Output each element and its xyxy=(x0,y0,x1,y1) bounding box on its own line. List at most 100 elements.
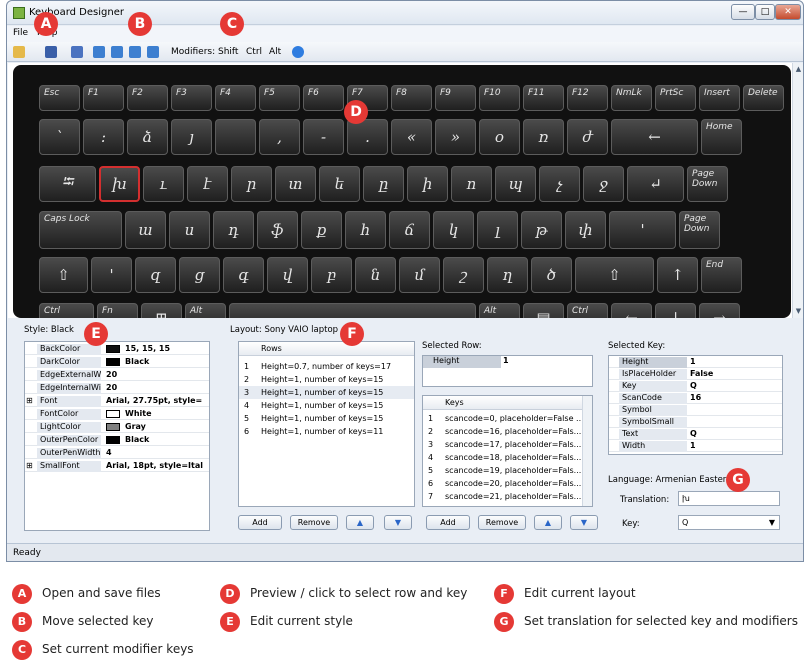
keyboard-key[interactable]: ← xyxy=(611,119,698,155)
row-height-value[interactable]: 1 xyxy=(503,356,509,365)
expand-icon[interactable]: ⊞ xyxy=(26,396,33,405)
property-value[interactable]: Black xyxy=(103,435,209,446)
preview-scrollbar[interactable]: ▲ ▼ xyxy=(792,63,803,318)
keyboard-key[interactable]: ▤ xyxy=(523,303,564,318)
keyboard-key[interactable] xyxy=(229,303,476,318)
keyboard-key[interactable]: « xyxy=(391,119,432,155)
layout-row-item[interactable]: 6 Height=1, number of keys=11 xyxy=(239,425,414,438)
property-value[interactable]: Black xyxy=(103,357,209,368)
property-value[interactable]: Gray xyxy=(103,422,209,433)
row-key-item[interactable]: 1 scancode=0, placeholder=False ... xyxy=(423,412,581,425)
keyboard-key[interactable]: ← xyxy=(611,303,652,318)
key-select[interactable]: Q ▼ xyxy=(678,515,780,530)
keyboard-key[interactable]: ի xyxy=(407,166,448,202)
layout-row-item[interactable]: 2 Height=1, number of keys=15 xyxy=(239,373,414,386)
key-property-row[interactable]: Height 1 xyxy=(609,357,782,368)
layout-rows-list[interactable]: Rows 1 Height=0.7, number of keys=17 2 Heig… xyxy=(238,341,415,507)
keyboard-key[interactable]: օ xyxy=(479,119,520,155)
style-property-row[interactable]: OuterPenWidth 4 xyxy=(25,448,209,459)
property-value[interactable]: 20 xyxy=(103,383,209,394)
key-property-row[interactable]: IsPlaceHolder False xyxy=(609,369,782,380)
style-property-row[interactable]: EdgeExternalWidth 20 xyxy=(25,370,209,381)
keyboard-key[interactable]: F9 xyxy=(435,85,476,111)
keyboard-key[interactable]: շ xyxy=(443,257,484,293)
property-value[interactable]: Arial, 18pt, style=Ital xyxy=(103,461,209,472)
selected-key[interactable]: խ xyxy=(99,166,140,202)
keyboard-key[interactable]: Fn xyxy=(97,303,138,318)
style-property-row[interactable]: ⊞ Font Arial, 27.75pt, style= xyxy=(25,396,209,407)
property-value[interactable]: 4 xyxy=(103,448,209,459)
key-property-row[interactable]: SymbolSmall xyxy=(609,417,782,428)
property-value[interactable]: 15, 15, 15 xyxy=(103,344,209,355)
translation-input[interactable]: խ xyxy=(678,491,780,506)
save-icon[interactable] xyxy=(45,46,57,58)
keyboard-key[interactable]: Alt xyxy=(479,303,520,318)
layout-row-item[interactable]: 3 Height=1, number of keys=15 xyxy=(239,386,414,399)
layout-row-item[interactable]: 1 Height=0.7, number of keys=17 xyxy=(239,360,414,373)
row-keys-list[interactable]: Keys 1 scancode=0, placeholder=False ... 2… xyxy=(422,395,593,507)
move-right-icon[interactable] xyxy=(111,46,123,58)
keyboard-key[interactable]: ↵ xyxy=(627,166,684,202)
keyboard-key[interactable]: F10 xyxy=(479,85,520,111)
key-move-up-button[interactable]: ▲ xyxy=(534,515,562,530)
keyboard-key[interactable]: Alt xyxy=(185,303,226,318)
keyboard-key[interactable]: վ xyxy=(267,257,308,293)
keyboard-key[interactable]: կ xyxy=(433,211,474,249)
key-property-row[interactable]: Width 1 xyxy=(609,441,782,452)
keyboard-key[interactable]: ժ xyxy=(567,119,608,155)
key-property-value[interactable] xyxy=(687,417,782,428)
keyboard-key[interactable] xyxy=(215,119,256,155)
keyboard-key[interactable]: ջ xyxy=(583,166,624,202)
key-property-value[interactable]: 1 xyxy=(687,441,782,452)
scroll-down-icon[interactable]: ▼ xyxy=(794,307,803,316)
row-move-up-button[interactable]: ▲ xyxy=(346,515,374,530)
menu-file[interactable]: File xyxy=(13,28,28,38)
keyboard-key[interactable]: է xyxy=(187,166,228,202)
key-property-row[interactable]: Key Q xyxy=(609,381,782,392)
style-property-row[interactable]: ⊞ SmallFont Arial, 18pt, style=Ital xyxy=(25,461,209,472)
keyboard-key[interactable]: ⇧ xyxy=(575,257,654,293)
keyboard-key[interactable]: զ xyxy=(135,257,176,293)
keyboard-key[interactable]: յ xyxy=(171,119,212,155)
row-key-item[interactable]: 2 scancode=16, placeholder=Fals... xyxy=(423,425,581,438)
move-up-icon[interactable] xyxy=(129,46,141,58)
keyboard-key[interactable]: ծ xyxy=(531,257,572,293)
keyboard-key[interactable]: պ xyxy=(495,166,536,202)
style-property-row[interactable]: DarkColor Black xyxy=(25,357,209,368)
keyboard-key[interactable]: PrtSc xyxy=(655,85,696,111)
keyboard-key[interactable]: Ctrl xyxy=(567,303,608,318)
keyboard-key[interactable]: ք xyxy=(301,211,342,249)
modifier-shift-button[interactable]: Shift xyxy=(218,47,238,57)
keyboard-key[interactable]: դ xyxy=(213,211,254,249)
keyboard-key[interactable]: F4 xyxy=(215,85,256,111)
keyboard-key[interactable]: : xyxy=(83,119,124,155)
keyboard-key[interactable]: ն xyxy=(355,257,396,293)
keyboard-key[interactable]: → xyxy=(699,303,740,318)
keyboard-key[interactable]: ՝ xyxy=(39,119,80,155)
keyboard-key[interactable]: ր xyxy=(231,166,272,202)
style-property-row[interactable]: LightColor Gray xyxy=(25,422,209,433)
keyboard-key[interactable]: F6 xyxy=(303,85,344,111)
keyboard-key[interactable]: ' xyxy=(609,211,676,249)
keyboard-key[interactable]: Caps Lock xyxy=(39,211,122,249)
row-key-item[interactable]: 4 scancode=18, placeholder=Fals... xyxy=(423,451,581,464)
keyboard-key[interactable]: Page Down xyxy=(687,166,728,202)
keyboard-key[interactable]: ⊞ xyxy=(141,303,182,318)
keyboard-key[interactable]: ց xyxy=(179,257,220,293)
key-property-row[interactable]: Text Q xyxy=(609,429,782,440)
selected-key-grid[interactable]: Height 1 IsPlaceHolder False Key Q ScanCode 16 S… xyxy=(608,355,783,455)
keyboard-key[interactable]: Ctrl xyxy=(39,303,94,318)
style-property-grid[interactable]: BackColor 15, 15, 15 DarkColor Black EdgeExt… xyxy=(24,341,210,531)
row-key-item[interactable]: 7 scancode=21, placeholder=Fals... xyxy=(423,490,581,503)
keyboard-key[interactable]: չ xyxy=(539,166,580,202)
row-key-item[interactable]: 5 scancode=19, placeholder=Fals... xyxy=(423,464,581,477)
minimize-button[interactable]: — xyxy=(731,4,755,20)
key-property-value[interactable]: Q xyxy=(687,429,782,440)
keyboard-key[interactable]: NmLk xyxy=(611,85,652,111)
scroll-up-icon[interactable]: ▲ xyxy=(794,65,803,74)
remove-row-button[interactable]: Remove xyxy=(290,515,338,530)
keyboard-key[interactable]: End xyxy=(701,257,742,293)
move-down-icon[interactable] xyxy=(147,46,159,58)
keyboard-key[interactable]: ↑ xyxy=(657,257,698,293)
add-row-button[interactable]: Add xyxy=(238,515,282,530)
